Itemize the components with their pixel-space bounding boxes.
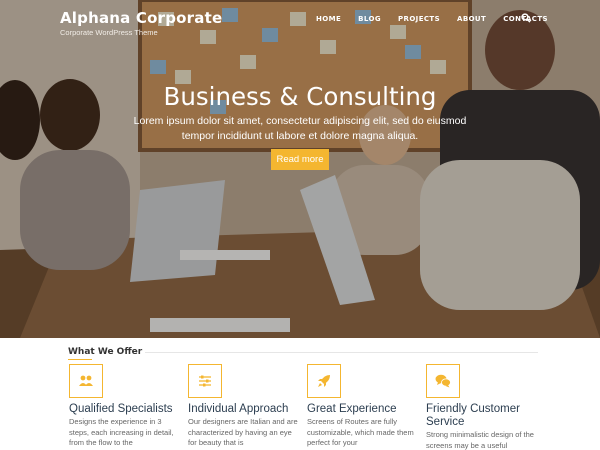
feature-description: Strong minimalistic design of the screen… [426, 430, 534, 450]
site-title[interactable]: Alphana Corporate [60, 9, 222, 27]
heading-accent-underline [68, 359, 92, 360]
nav-item-projects[interactable]: PROJECTS [398, 15, 440, 23]
site-brand[interactable]: Alphana Corporate Corporate WordPress Th… [60, 9, 222, 37]
hero-subtext: Lorem ipsum dolor sit amet, consectetur … [133, 115, 467, 142]
search-icon[interactable] [521, 13, 531, 23]
feature-card: Qualified Specialists Designs the experi… [69, 364, 181, 449]
users-icon [69, 364, 103, 398]
feature-title: Friendly Customer Service [426, 403, 520, 428]
site-tagline: Corporate WordPress Theme [60, 28, 158, 37]
feature-title: Individual Approach [188, 403, 289, 415]
section-divider [145, 352, 538, 353]
sliders-icon [188, 364, 222, 398]
nav-item-about[interactable]: ABOUT [457, 15, 486, 23]
feature-description: Screens of Routes are fully customizable… [307, 417, 414, 447]
feature-card: Friendly Customer Service Strong minimal… [426, 364, 546, 450]
chat-bubbles-icon [426, 364, 460, 398]
hero-banner: Alphana Corporate Corporate WordPress Th… [0, 0, 600, 338]
read-more-button[interactable]: Read more [271, 149, 329, 170]
feature-card: Individual Approach Our designers are It… [188, 364, 300, 449]
feature-title: Qualified Specialists [69, 403, 173, 415]
nav-item-home[interactable]: HOME [316, 15, 341, 23]
nav-item-blog[interactable]: BLOG [358, 15, 381, 23]
hero-heading: Business & Consulting [163, 82, 437, 111]
feature-title: Great Experience [307, 403, 397, 415]
feature-description: Our designers are Italian and are charac… [188, 417, 298, 447]
section-heading: What We Offer [68, 347, 143, 357]
feature-card: Great Experience Screens of Routes are f… [307, 364, 419, 449]
rocket-icon [307, 364, 341, 398]
feature-description: Designs the experience in 3 steps, each … [69, 417, 174, 447]
